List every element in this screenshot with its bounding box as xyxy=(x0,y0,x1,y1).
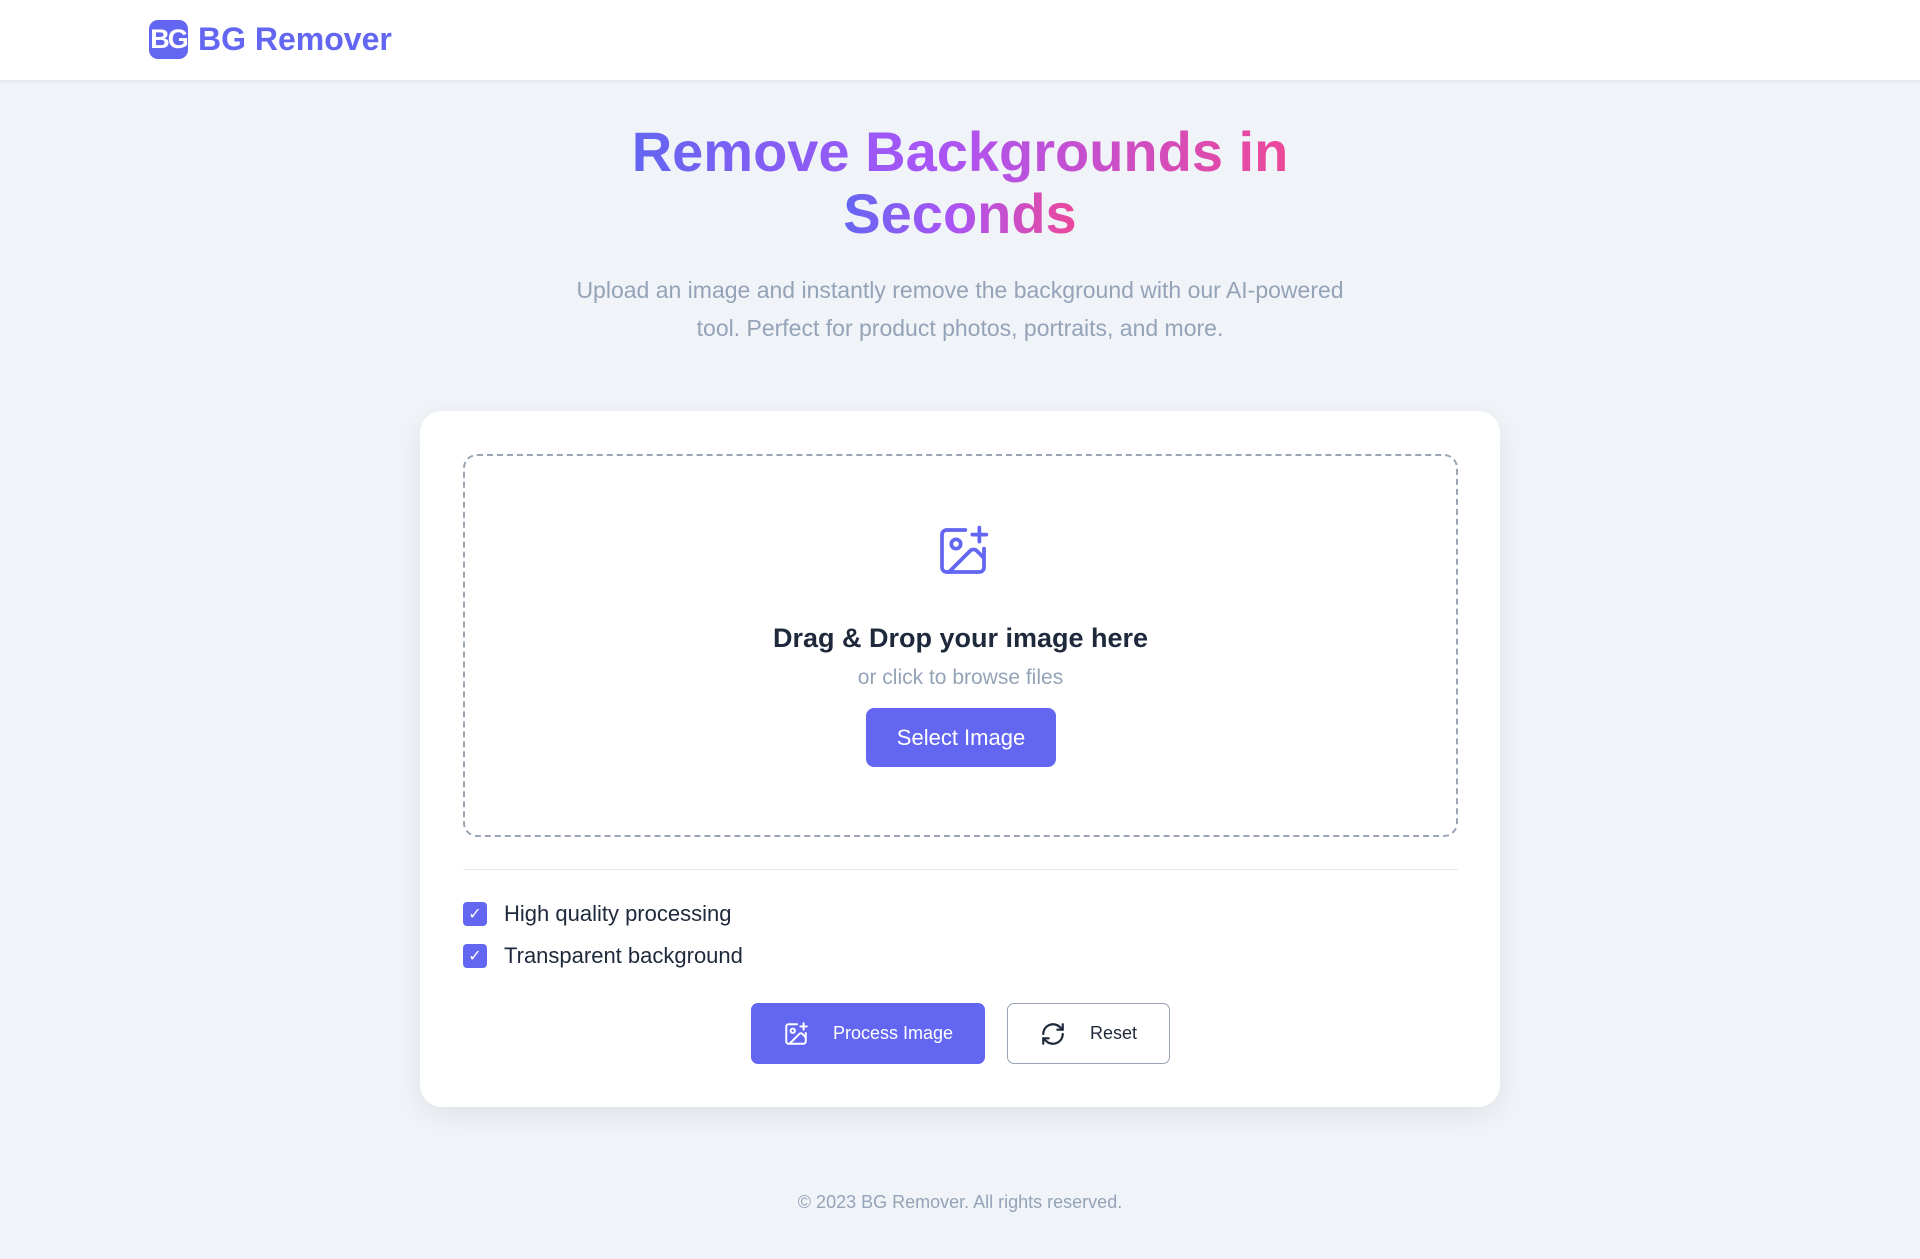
process-image-button[interactable]: Process Image xyxy=(751,1003,985,1064)
hero-subtitle-line-1: Upload an image and instantly remove the… xyxy=(576,277,1344,303)
dropzone-title: Drag & Drop your image here xyxy=(772,623,1149,653)
image-plus-icon xyxy=(785,1021,808,1045)
hero-subtitle-line-2: tool. Perfect for product photos, portra… xyxy=(696,315,1224,341)
reset-button[interactable]: Reset xyxy=(1007,1003,1170,1064)
hero-subtitle: Upload an image and instantly remove the… xyxy=(555,271,1365,347)
option-high-quality[interactable]: ✓ High quality processing xyxy=(463,901,731,927)
top-navigation-bar: BG BG Remover xyxy=(0,0,1920,81)
select-image-button[interactable]: Select Image xyxy=(866,708,1056,767)
brand-name: BG Remover xyxy=(198,21,392,57)
upload-card: Drag & Drop your image here or click to … xyxy=(420,411,1500,1107)
hero-title-line-2: Seconds xyxy=(843,182,1077,245)
hero-title: Remove Backgrounds in Seconds xyxy=(560,121,1360,245)
options-divider xyxy=(463,869,1458,870)
transparent-background-label: Transparent background xyxy=(504,943,743,968)
refresh-icon xyxy=(1042,1022,1064,1045)
high-quality-label: High quality processing xyxy=(504,901,732,926)
brand-logo-icon: BG xyxy=(149,20,188,59)
dropzone-hint: or click to browse files xyxy=(857,666,1064,689)
option-transparent-background[interactable]: ✓ Transparent background xyxy=(463,943,743,969)
image-plus-icon xyxy=(940,525,989,574)
process-image-label: Process Image xyxy=(832,1023,954,1043)
hero-title-line-1: Remove Backgrounds in xyxy=(631,120,1289,183)
upload-dropzone[interactable]: Drag & Drop your image here or click to … xyxy=(463,454,1458,837)
action-buttons: Process Image Reset xyxy=(751,1003,1170,1064)
transparent-background-checkbox[interactable]: ✓ xyxy=(463,944,487,968)
brand-link[interactable]: BG BG Remover xyxy=(149,20,392,59)
reset-label: Reset xyxy=(1089,1023,1138,1043)
high-quality-checkbox[interactable]: ✓ xyxy=(463,902,487,926)
footer-copyright: © 2023 BG Remover. All rights reserved. xyxy=(797,1192,1123,1212)
